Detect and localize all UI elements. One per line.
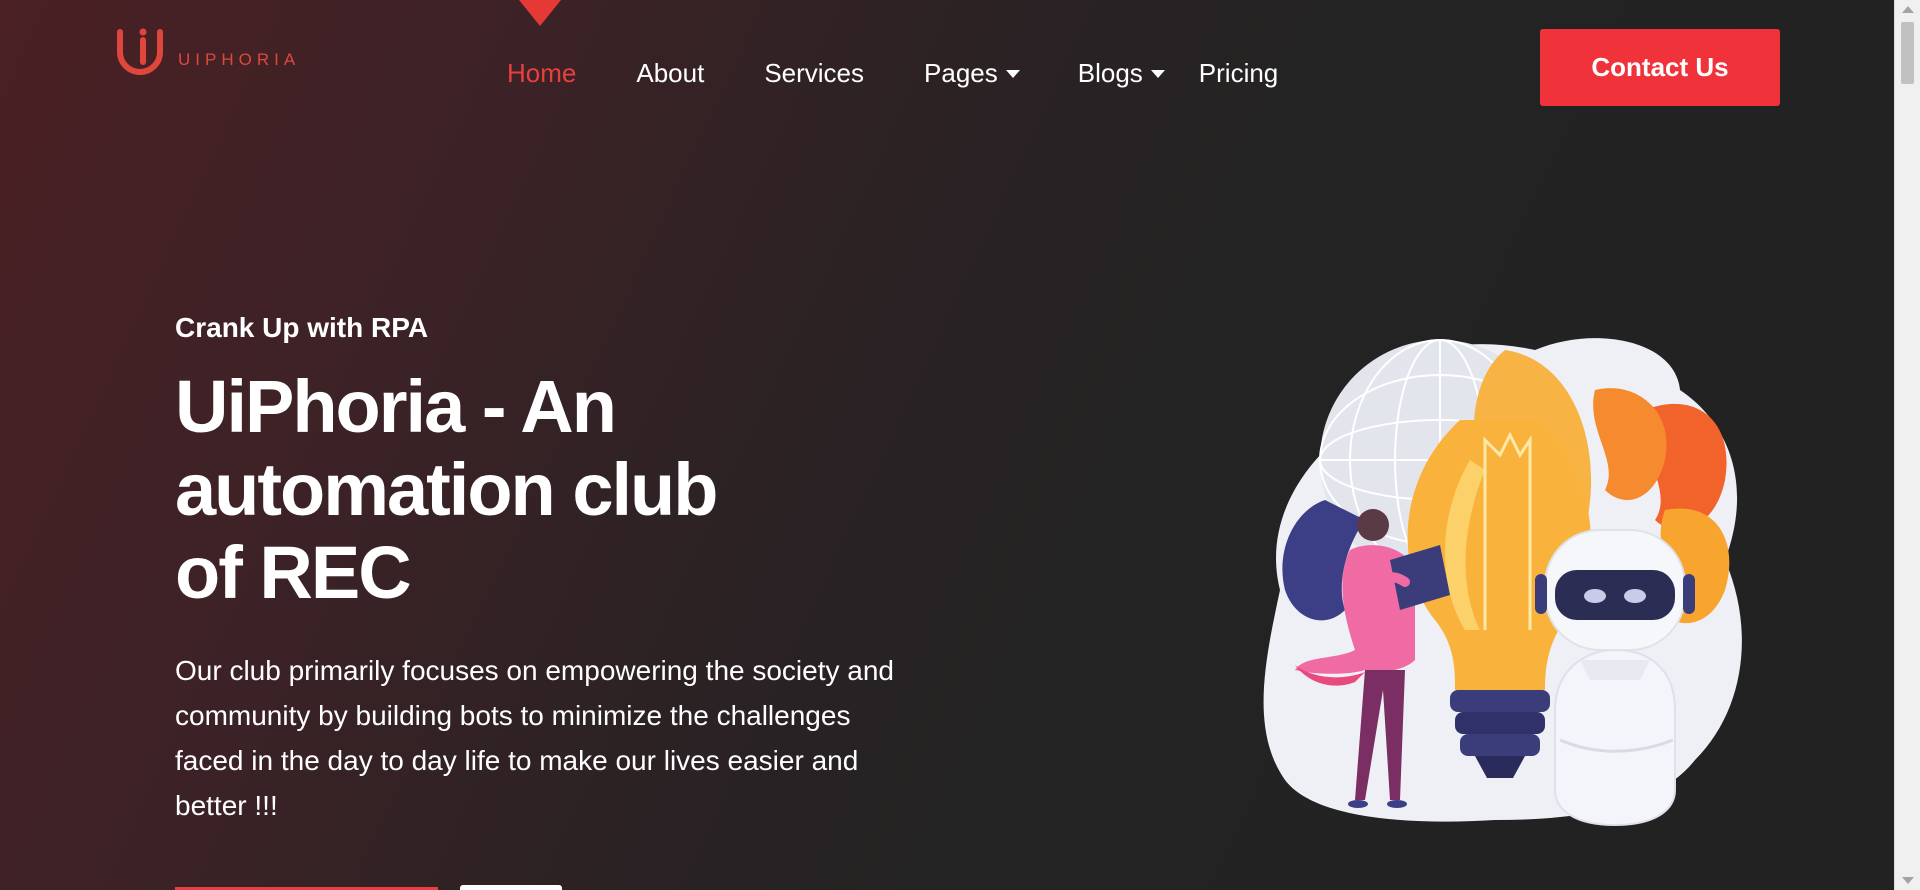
hero-description: Our club primarily focuses on empowering… [175,655,895,821]
nav-pages-label: Pages [924,58,998,88]
active-nav-indicator [519,0,561,26]
hero-kicker: Crank Up with RPA [175,312,429,343]
nav-pricing[interactable]: Pricing [1199,58,1278,89]
nav-home[interactable]: Home [507,58,576,89]
nav-blogs-label: Blogs [1077,58,1143,88]
contact-us-button[interactable]: Contact Us [1540,29,1780,106]
nav-pricing-label: Pricing [1198,58,1279,88]
robot-lightbulb-illustration [1255,330,1780,830]
nav-services[interactable]: Services [764,58,864,89]
nav-pages[interactable]: Pages [924,58,1020,89]
nav-services-label: Services [764,58,865,88]
secondary-cta-button[interactable] [460,885,562,890]
page: UIPHORIA Home About Services Pages Blogs… [0,0,1895,890]
scroll-thumb[interactable] [1901,22,1914,84]
logo[interactable]: UIPHORIA [116,28,300,87]
nav-blogs[interactable]: Blogs [1078,58,1165,89]
nav-home-label: Home [507,58,577,88]
scroll-up-icon[interactable] [1902,6,1914,13]
caret-down-icon [1005,69,1020,78]
uiphoria-logo-icon [116,28,168,87]
nav-about[interactable]: About [636,58,704,89]
logo-text: UIPHORIA [178,49,301,69]
page-scrollbar[interactable] [1894,0,1920,890]
scroll-down-icon[interactable] [1902,877,1914,884]
main-nav: Home About Services Pages Blogs Pricing [507,58,1278,89]
caret-down-icon [1150,69,1165,78]
nav-about-label: About [636,58,705,88]
hero-headline: UiPhoria - An automation club of REC [175,365,718,614]
